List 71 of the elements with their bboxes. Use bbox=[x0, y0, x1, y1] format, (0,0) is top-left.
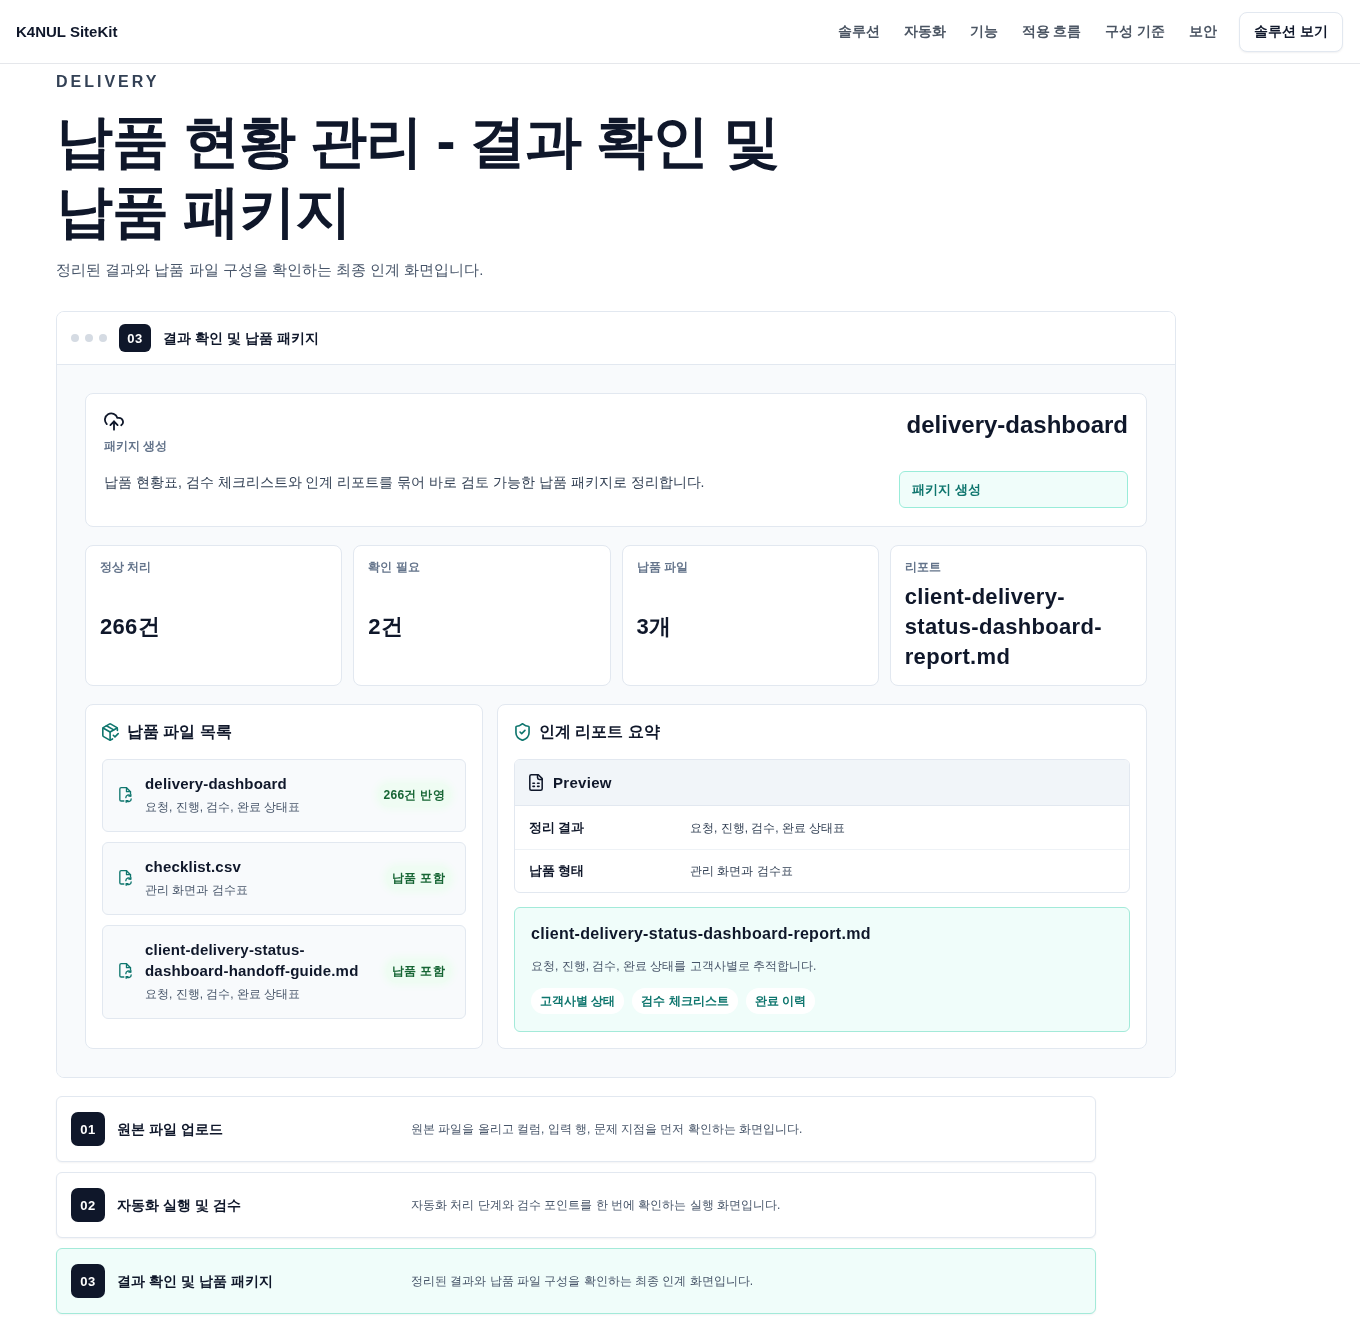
preview-title: Preview bbox=[553, 772, 612, 793]
file-status-badge: 납품 포함 bbox=[386, 959, 451, 983]
stat-label: 리포트 bbox=[904, 559, 942, 575]
file-name: checklist.csv bbox=[145, 857, 242, 877]
nav-link[interactable]: 보안 bbox=[1189, 21, 1218, 42]
step-description: 정리된 결과와 납품 파일 구성을 확인하는 최종 인계 화면입니다. bbox=[411, 1273, 753, 1290]
page-subtitle: 정리된 결과와 납품 파일 구성을 확인하는 최종 인계 화면입니다. bbox=[56, 260, 485, 280]
file-item[interactable]: checklist.csv 관리 화면과 검수표 납품 포함 bbox=[102, 842, 466, 915]
stat-value: 3개 bbox=[636, 613, 672, 641]
file-status-badge: 납품 포함 bbox=[386, 865, 451, 890]
solutions-button[interactable]: 솔루션 보기 bbox=[1239, 11, 1343, 52]
eyebrow-label: DELIVERY bbox=[56, 72, 161, 92]
step-title: 자동화 실행 및 검수 bbox=[117, 1196, 242, 1215]
step-number-badge: 03 bbox=[119, 324, 151, 352]
file-description: 요청, 진행, 검수, 완료 상태표 bbox=[145, 986, 302, 1003]
status-badge: 패키지 생성 bbox=[899, 471, 1128, 508]
stat-label: 납품 파일 bbox=[636, 559, 689, 575]
file-description: 관리 화면과 검수표 bbox=[145, 882, 249, 899]
file-item[interactable]: delivery-dashboard 요청, 진행, 검수, 완료 상태표 266건 반영 bbox=[102, 759, 466, 832]
step-title: 결과 확인 및 납품 패키지 bbox=[117, 1272, 274, 1291]
step-description: 원본 파일을 올리고 컬럼, 입력 행, 문제 지점을 먼저 확인하는 화면입니다. bbox=[411, 1121, 803, 1138]
nav-link[interactable]: 기능 bbox=[969, 21, 998, 42]
cloud-upload-icon bbox=[104, 412, 124, 431]
tag-label: 고객사별 상태 bbox=[531, 988, 625, 1014]
file-description: 요청, 진행, 검수, 완료 상태표 bbox=[145, 799, 302, 816]
row-value: 관리 화면과 검수표 bbox=[690, 863, 793, 880]
panel-title: 결과 확인 및 납품 패키지 bbox=[163, 329, 319, 348]
page-title: 납품 현황 관리 - 결과 확인 및 납품 패키지 bbox=[56, 108, 780, 245]
stat-value: 2건 bbox=[368, 613, 404, 641]
row-value: 요청, 진행, 검수, 완료 상태표 bbox=[690, 819, 846, 837]
logo[interactable]: K4NUL SiteKit bbox=[16, 21, 118, 42]
tag-label: 완료 이력 bbox=[745, 988, 816, 1014]
box-icon bbox=[102, 723, 119, 741]
stat-label: 정상 처리 bbox=[100, 559, 153, 575]
step-card[interactable]: 02 자동화 실행 및 검수 자동화 처리 단계와 검수 포인트를 한 번에 확인하는 실행 화면입니다. bbox=[56, 1172, 1096, 1238]
tag-label: 검수 체크리스트 bbox=[632, 988, 738, 1014]
dot-icon bbox=[71, 334, 79, 342]
summary-label: 패키지 생성 bbox=[104, 438, 169, 454]
file-refresh-icon bbox=[119, 963, 132, 979]
dot-icon bbox=[99, 334, 107, 342]
file-status-badge: 266건 반영 bbox=[377, 782, 451, 807]
step-number-badge: 01 bbox=[71, 1112, 105, 1146]
step-number-badge: 02 bbox=[71, 1188, 105, 1222]
stat-value: client-delivery-status-dashboard-report.md bbox=[904, 583, 1103, 671]
dot-icon bbox=[85, 334, 93, 342]
nav-link[interactable]: 적용 흐름 bbox=[1021, 21, 1082, 42]
step-card[interactable]: 01 원본 파일 업로드 원본 파일을 올리고 컬럼, 입력 행, 문제 지점을 먼저 확인하는 화면입니다. bbox=[56, 1096, 1096, 1162]
file-name: client-delivery-status-dashboard-handoff-guide.md bbox=[145, 940, 360, 981]
card-title: 인계 리포트 요약 bbox=[539, 722, 660, 742]
step-title: 원본 파일 업로드 bbox=[117, 1120, 224, 1139]
file-name: delivery-dashboard bbox=[145, 774, 288, 794]
row-label: 정리 결과 bbox=[529, 819, 586, 837]
stat-label: 확인 필요 bbox=[368, 559, 421, 575]
file-refresh-icon bbox=[119, 869, 132, 886]
package-name: delivery-dashboard bbox=[905, 410, 1128, 440]
row-label: 납품 형태 bbox=[529, 863, 586, 880]
spreadsheet-file-icon bbox=[529, 774, 543, 791]
step-number-badge: 03 bbox=[71, 1264, 105, 1298]
shield-check-icon bbox=[514, 723, 531, 741]
card-title: 납품 파일 목록 bbox=[127, 722, 232, 742]
step-description: 자동화 처리 단계와 검수 포인트를 한 번에 확인하는 실행 화면입니다. bbox=[411, 1197, 781, 1214]
nav-link[interactable]: 자동화 bbox=[903, 21, 946, 42]
nav-link[interactable]: 구성 기준 bbox=[1105, 21, 1166, 42]
file-item[interactable]: client-delivery-status-dashboard-handoff-guide.md 요청, 진행, 검수, 완료 상태표 납품 포함 bbox=[102, 925, 466, 1019]
summary-description: 납품 현황표, 검수 체크리스트와 인계 리포트를 묶어 바로 검토 가능한 납품 패키지로 정리합니다. bbox=[104, 473, 705, 492]
nav-link[interactable]: 솔루션 bbox=[837, 21, 880, 42]
report-file-name: client-delivery-status-dashboard-report.md bbox=[531, 924, 872, 944]
stat-value: 266건 bbox=[100, 613, 160, 641]
file-refresh-icon bbox=[119, 786, 132, 803]
step-card[interactable]: 03 결과 확인 및 납품 패키지 정리된 결과와 납품 파일 구성을 확인하는 최종 인계 화면입니다. bbox=[56, 1248, 1096, 1314]
report-file-description: 요청, 진행, 검수, 완료 상태를 고객사별로 추적합니다. bbox=[531, 958, 818, 975]
